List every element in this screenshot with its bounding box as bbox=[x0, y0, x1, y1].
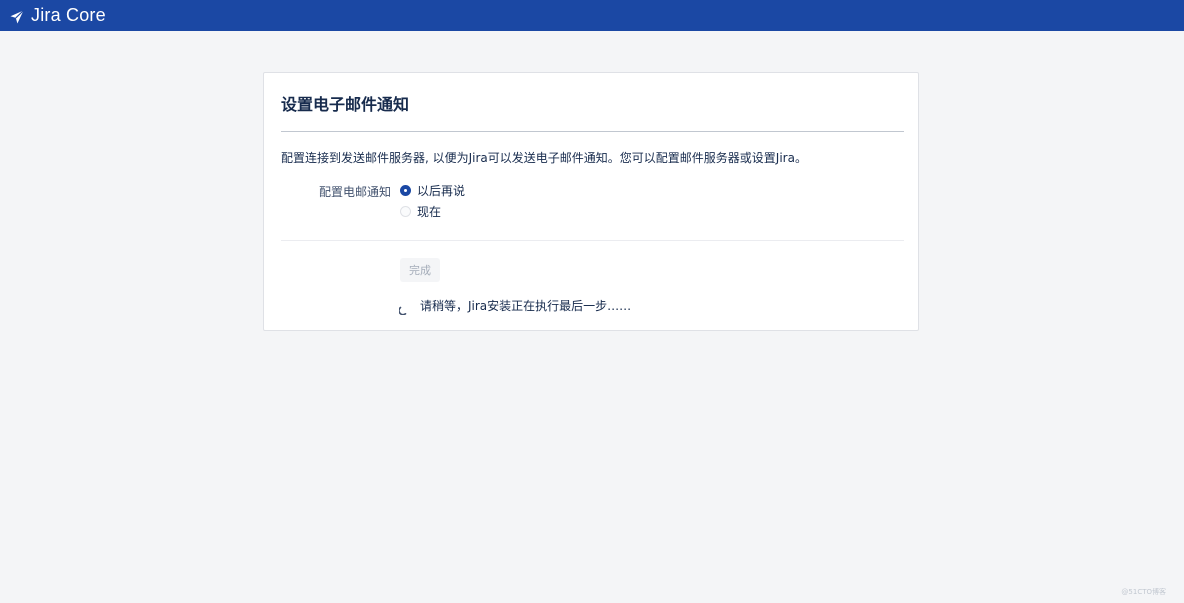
top-header-bar: Jira Core bbox=[0, 0, 1184, 31]
setup-description: 配置连接到发送邮件服务器, 以便为Jira可以发送电子邮件通知。您可以配置邮件服… bbox=[281, 151, 807, 165]
page-title: 设置电子邮件通知 bbox=[281, 95, 410, 114]
jira-arrow-icon bbox=[10, 9, 24, 23]
radio-option-now[interactable]: 现在 bbox=[400, 203, 441, 220]
radio-unchecked-icon[interactable] bbox=[400, 206, 411, 217]
title-divider bbox=[281, 131, 904, 132]
radio-option-label: 以后再说 bbox=[417, 184, 466, 198]
email-notification-field-label: 配置电邮通知 bbox=[319, 185, 392, 199]
product-name: Jira Core bbox=[31, 5, 106, 25]
watermark-text: @51CTO博客 bbox=[1121, 588, 1166, 596]
jira-core-logo[interactable]: Jira Core bbox=[10, 5, 106, 26]
section-divider bbox=[281, 240, 904, 241]
finish-button[interactable]: 完成 bbox=[400, 258, 440, 282]
loading-message: 请稍等，Jira安装正在执行最后一步…… bbox=[420, 299, 632, 313]
email-setup-card: 设置电子邮件通知 配置连接到发送邮件服务器, 以便为Jira可以发送电子邮件通知… bbox=[263, 72, 919, 331]
radio-option-label: 现在 bbox=[417, 205, 442, 219]
loading-spinner-icon bbox=[398, 300, 409, 316]
radio-checked-icon[interactable] bbox=[400, 185, 411, 196]
radio-option-later[interactable]: 以后再说 bbox=[400, 182, 465, 199]
